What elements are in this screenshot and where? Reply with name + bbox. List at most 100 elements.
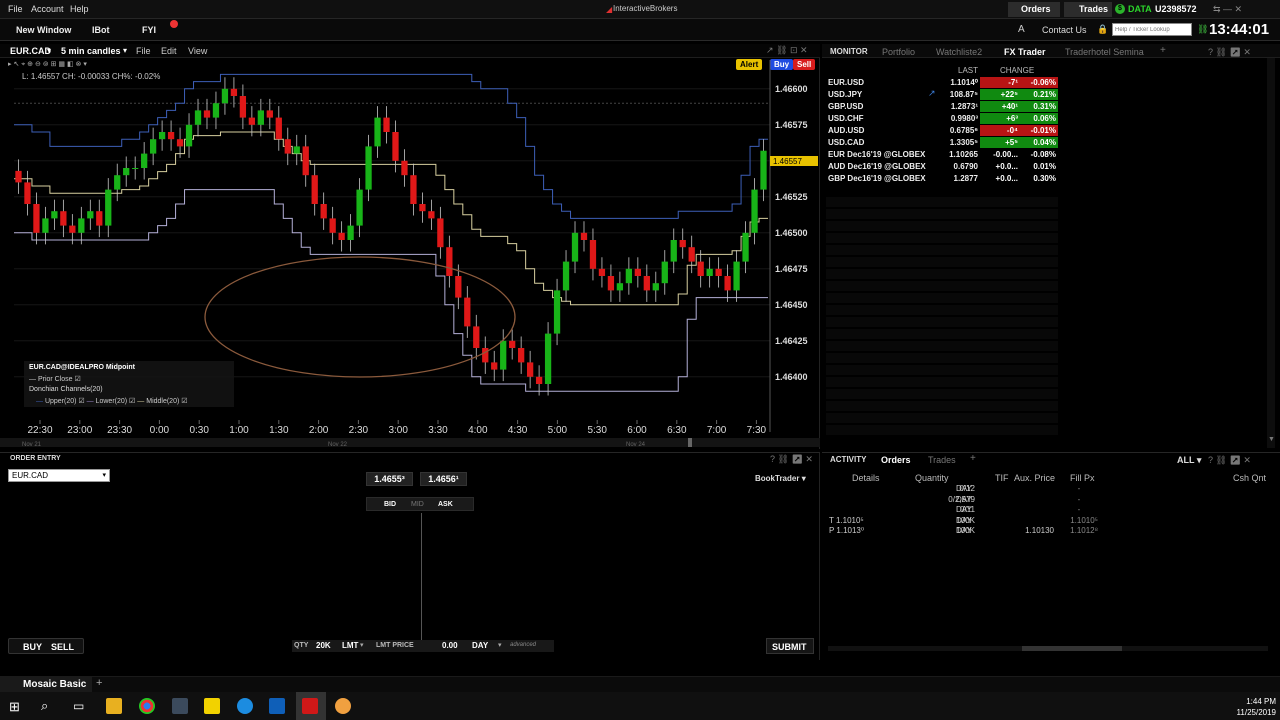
chart-symbol-chevron-icon[interactable]: ▾ xyxy=(47,46,51,55)
tif-select[interactable]: DAY xyxy=(472,641,488,650)
fyi-button[interactable]: FYI xyxy=(142,25,156,35)
activity-filter-select[interactable]: ALL ▾ xyxy=(1177,455,1201,466)
bid-price-button[interactable]: 1.4655³ xyxy=(366,472,413,486)
activity-hscrollbar-thumb[interactable] xyxy=(1022,646,1122,651)
ask-price-button[interactable]: 1.4656¹ xyxy=(420,472,467,486)
link-icon[interactable]: ⛓ xyxy=(1197,24,1208,35)
window-controls-icon[interactable]: ⇆ — ✕ xyxy=(1213,4,1242,15)
candle-body xyxy=(410,175,417,204)
tab-orders[interactable]: Orders xyxy=(881,455,911,465)
chart-header: EUR.CAD ▾ 5 min candles ▾ File Edit View… xyxy=(0,44,820,58)
font-size-icon[interactable]: A xyxy=(1018,24,1025,35)
task-view-icon[interactable]: ▭ xyxy=(73,699,84,713)
tab-traderhotel[interactable]: Traderhotel Semina xyxy=(1065,47,1144,57)
chart-symbol[interactable]: EUR.CAD xyxy=(10,46,51,56)
chart-scrollbar-thumb[interactable] xyxy=(688,438,692,447)
monitor-row[interactable]: GBP Dec16'19 @GLOBEX 1.2877 +0.0... 0.30% xyxy=(826,173,1058,185)
col-fill-px[interactable]: Fill Px xyxy=(1070,473,1095,483)
tab-trades[interactable]: Trades xyxy=(928,455,956,465)
tab-fx-trader[interactable]: FX Trader xyxy=(1004,47,1046,57)
chart-menu-edit[interactable]: Edit xyxy=(161,46,177,56)
mid-label[interactable]: MID xyxy=(411,501,424,508)
order-type-chevron-icon: ▾ xyxy=(360,642,364,649)
y-tick-label: 1.46425 xyxy=(775,336,808,346)
monitor-row[interactable]: USD.CHF 0.9980³ +6³ 0.06% xyxy=(826,113,1058,125)
col-tif[interactable]: TIF xyxy=(995,473,1009,483)
empty-row xyxy=(826,257,1058,267)
chart-timeframe[interactable]: 5 min candles xyxy=(61,46,121,56)
ticker-lookup-input[interactable] xyxy=(1112,23,1192,36)
menu-account[interactable]: Account xyxy=(31,4,64,14)
app-icon[interactable] xyxy=(172,698,188,714)
chevron-down-icon: ▾ xyxy=(102,472,106,479)
tab-watchliste2[interactable]: Watchliste2 xyxy=(936,47,982,57)
price-slider-track[interactable] xyxy=(421,513,422,640)
legend-donchian: Donchian Channels(20) xyxy=(29,386,103,393)
tws-icon[interactable] xyxy=(302,698,318,714)
col-csh-qnt[interactable]: Csh Qnt xyxy=(1233,473,1266,483)
monitor-row[interactable]: AUD.USD 0.6785⁶ -0⁴ -0.01% xyxy=(826,125,1058,137)
bid-label[interactable]: BID xyxy=(384,501,396,508)
submit-button[interactable]: SUBMIT xyxy=(766,638,814,654)
col-quantity[interactable]: Quantity xyxy=(915,473,949,483)
menu-help[interactable]: Help xyxy=(70,4,89,14)
trades-button-label: Trades xyxy=(1079,4,1109,14)
qty-value[interactable]: 20K xyxy=(316,641,331,650)
monitor-row[interactable]: AUD Dec16'19 @GLOBEX 0.6790 +0.0... 0.01% xyxy=(826,161,1058,173)
monitor-scrollbar[interactable] xyxy=(1267,58,1275,448)
app2-icon[interactable] xyxy=(335,698,351,714)
order-type-select[interactable]: LMT xyxy=(342,641,358,650)
monitor-window-controls-icon[interactable]: ? ⛓ ↗ ✕ xyxy=(1208,47,1251,58)
chart-window-controls-icon[interactable]: ↗ ⛓ ⊡ ✕ xyxy=(766,45,808,56)
tab-portfolio[interactable]: Portfolio xyxy=(882,47,915,57)
order-buy-button[interactable]: BUY xyxy=(23,642,42,652)
activity-add-tab-icon[interactable]: + xyxy=(970,453,976,464)
skype-icon[interactable] xyxy=(237,698,253,714)
monitor-row[interactable]: USD.CAD 1.3305⁵ +5⁵ 0.04% xyxy=(826,137,1058,149)
booktrader-link[interactable]: BookTrader ▾ xyxy=(755,474,806,483)
sticky-notes-icon[interactable] xyxy=(204,698,220,714)
mosaic-basic-tab[interactable]: Mosaic Basic xyxy=(23,679,86,690)
checkbox-icon[interactable]: ☑ xyxy=(75,376,81,383)
ibot-button[interactable]: IBot xyxy=(92,25,110,35)
file-explorer-icon[interactable] xyxy=(106,698,122,714)
qty-label: QTY xyxy=(294,642,309,649)
empty-row xyxy=(826,353,1058,363)
col-aux-price[interactable]: Aux. Price xyxy=(1014,473,1055,483)
col-details[interactable]: Details xyxy=(852,473,880,483)
lmt-price-input[interactable]: 0.00 xyxy=(442,641,458,650)
new-window-button[interactable]: New Window xyxy=(16,25,71,35)
order-aux-price: 1.10130 xyxy=(1025,526,1054,535)
monitor-row[interactable]: EUR Dec16'19 @GLOBEX 1.10265 -0.00... -0.08… xyxy=(826,149,1058,161)
contact-us-link[interactable]: Contact Us xyxy=(1042,25,1087,35)
candle-body xyxy=(266,110,273,118)
outlook-icon[interactable] xyxy=(269,698,285,714)
search-icon[interactable]: ⌕ xyxy=(41,698,48,714)
monitor-row[interactable]: EUR.USD 1.1014⁰ -7¹ -0.06% xyxy=(826,77,1058,89)
buy-sell-toggle[interactable]: BUY SELL xyxy=(8,638,84,654)
order-sell-button[interactable]: SELL xyxy=(51,642,74,652)
tab-monitor[interactable]: MONITOR xyxy=(830,47,868,56)
chrome-icon[interactable] xyxy=(139,698,155,714)
order-window-controls-icon[interactable]: ? ⛓ ↗ ✕ xyxy=(770,454,813,465)
ask-label[interactable]: ASK xyxy=(438,501,453,508)
add-layout-icon[interactable]: + xyxy=(96,677,102,689)
monitor-row[interactable]: USD.JPY 108.87⁵ +22⁵ 0.21% xyxy=(826,89,1058,101)
chart-menu-file[interactable]: File xyxy=(136,46,151,56)
chart-scrollbar[interactable] xyxy=(0,438,820,447)
advanced-toggle[interactable]: advanced xyxy=(510,642,536,648)
candle-body xyxy=(383,117,390,132)
activity-window-controls-icon[interactable]: ? ⛓ ↗ ✕ xyxy=(1208,455,1251,466)
scroll-down-icon[interactable]: ▼ xyxy=(1268,436,1275,443)
tab-activity[interactable]: ACTIVITY xyxy=(830,455,866,464)
chart-menu-view[interactable]: View xyxy=(188,46,207,56)
timeframe-chevron-icon[interactable]: ▾ xyxy=(123,46,127,55)
order-symbol-select[interactable]: EUR.CAD ▾ xyxy=(8,469,110,482)
windows-start-icon[interactable]: ⊞ xyxy=(9,699,20,715)
monitor-row[interactable]: GBP.USD 1.2873¹ +40¹ 0.31% xyxy=(826,101,1058,113)
add-tab-icon[interactable]: + xyxy=(1160,45,1166,56)
mosaic-layout-bar: Mosaic Basic + xyxy=(0,676,1280,692)
candle-body xyxy=(697,261,704,276)
menu-file[interactable]: File xyxy=(8,4,23,14)
bid-mid-ask-toggle[interactable]: BID MID ASK xyxy=(366,497,474,511)
